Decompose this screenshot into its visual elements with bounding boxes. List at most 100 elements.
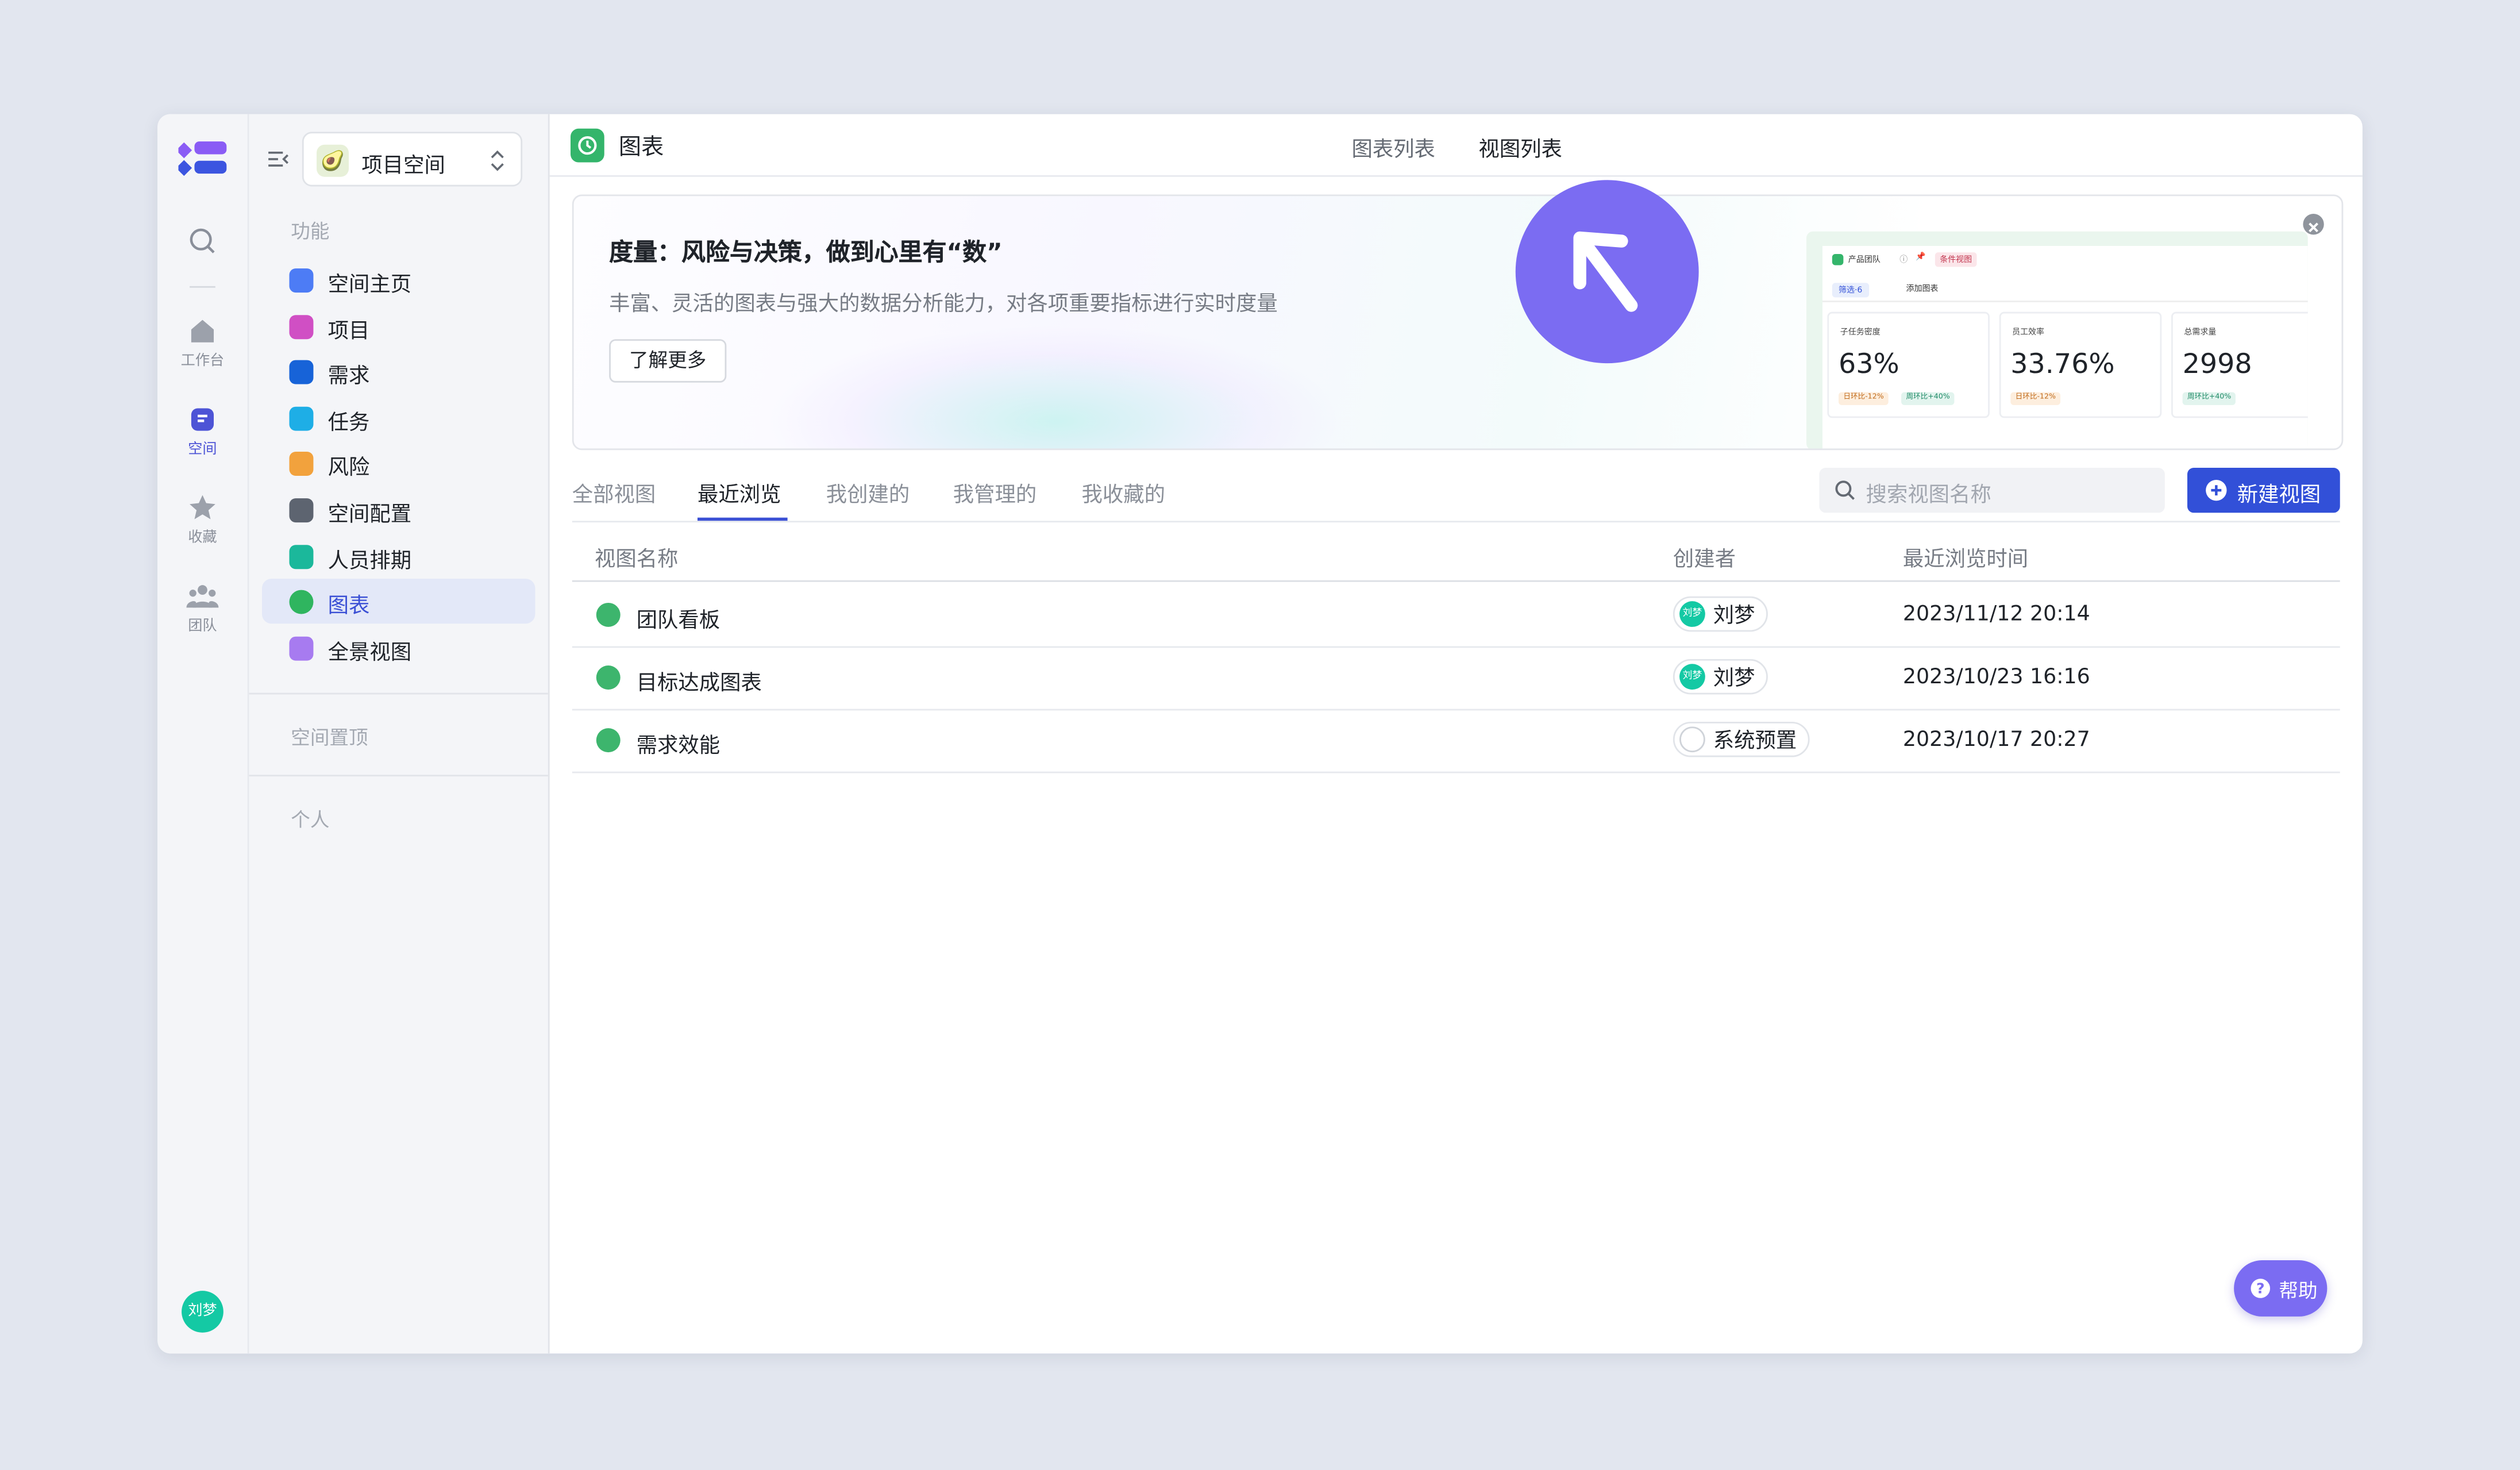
tab-all-views[interactable]: 全部视图	[572, 478, 656, 508]
sidebar-item-projects[interactable]: 项目	[262, 304, 535, 349]
panorama-icon	[289, 636, 314, 661]
sidebar-item-risks[interactable]: 风险	[262, 440, 535, 485]
sidebar-item-label: 人员排期	[327, 549, 412, 574]
creator-tag: 刘梦 刘梦	[1673, 596, 1768, 632]
sidebar-item-panorama[interactable]: 全景视图	[262, 625, 535, 670]
sidebar-item-scheduling[interactable]: 人员排期	[262, 534, 535, 579]
column-header-name: 视图名称	[594, 548, 679, 572]
promo-banner: 度量：风险与决策，做到心里有“数” 丰富、灵活的图表与强大的数据分析能力，对各项…	[572, 194, 2344, 451]
avatar: 刘梦	[1679, 664, 1705, 690]
space-name: 项目空间	[361, 154, 445, 179]
rail-item-workbench[interactable]: 工作台	[157, 317, 248, 370]
sidebar-item-charts[interactable]: 图表	[261, 578, 535, 624]
section-pinned[interactable]: 空间置顶	[291, 724, 368, 751]
tab-chart-list[interactable]: 图表列表	[1351, 132, 1435, 163]
app-logo[interactable]	[178, 140, 227, 178]
sidebar-item-label: 空间主页	[327, 273, 412, 298]
tab-recently-viewed[interactable]: 最近浏览	[698, 478, 781, 508]
card-value: 63%	[1838, 348, 1899, 381]
chart-icon	[596, 602, 621, 627]
view-name: 需求效能	[636, 734, 720, 759]
table-row[interactable]: 目标达成图表 刘梦 刘梦 2023/10/23 16:16	[572, 646, 2340, 711]
close-banner-icon[interactable]	[2303, 214, 2324, 235]
star-icon	[190, 495, 215, 519]
help-label: 帮助	[2279, 1279, 2318, 1302]
sidebar-item-label: 任务	[327, 411, 370, 436]
tab-created-by-me[interactable]: 我创建的	[826, 478, 910, 508]
preview-add-chart: 添加图表	[1906, 284, 1939, 294]
section-personal[interactable]: 个人	[291, 805, 329, 833]
preview-team: 产品团队	[1848, 255, 1881, 265]
info-icon: ⓘ	[1899, 255, 1908, 265]
last-viewed-time: 2023/10/17 20:27	[1902, 728, 2090, 753]
home-icon	[191, 320, 214, 343]
sidebar-item-label: 空间配置	[327, 503, 412, 528]
card-chip: 周环比+40%	[2182, 392, 2236, 405]
tabs-divider	[572, 521, 2340, 523]
system-avatar-icon	[1679, 726, 1705, 753]
avatar: 刘梦	[1679, 601, 1705, 627]
pin-icon: 📌	[1916, 252, 1926, 262]
sidebar-item-label: 项目	[327, 320, 370, 344]
view-name: 团队看板	[636, 609, 720, 634]
tab-managed-by-me[interactable]: 我管理的	[953, 478, 1036, 508]
rail-label: 工作台	[180, 353, 225, 370]
sidebar-item-requirements[interactable]: 需求	[262, 349, 535, 394]
creator-name: 刘梦	[1713, 604, 1755, 629]
rail-item-team[interactable]: 团队	[157, 583, 248, 635]
tab-view-list[interactable]: 视图列表	[1478, 132, 1562, 163]
task-check-icon	[289, 406, 314, 431]
top-bar: 图表 图表列表 视图列表	[549, 114, 2363, 177]
help-button[interactable]: ? 帮助	[2234, 1260, 2328, 1317]
rail-label: 团队	[188, 618, 217, 635]
learn-more-button[interactable]: 了解更多	[609, 339, 727, 383]
sidebar-item-label: 图表	[327, 594, 370, 619]
preview-card: 总需求量 2998 周环比+40%	[2171, 311, 2308, 418]
sidebar-item-space-home[interactable]: 空间主页	[262, 257, 535, 302]
card-chip: 日环比-12%	[1838, 392, 1889, 405]
card-chip: 日环比-12%	[2010, 392, 2061, 405]
sidebar-item-tasks[interactable]: 任务	[262, 395, 535, 440]
card-chip: 周环比+40%	[1901, 392, 1955, 405]
header-divider	[572, 580, 2340, 582]
sidebar-divider	[249, 692, 548, 695]
rail-label: 收藏	[188, 530, 217, 547]
last-viewed-time: 2023/11/12 20:14	[1902, 602, 2090, 627]
creator-tag: 刘梦 刘梦	[1673, 659, 1768, 695]
rail-item-favorites[interactable]: 收藏	[157, 494, 248, 547]
chart-icon	[289, 590, 314, 614]
creator-name: 刘梦	[1713, 667, 1755, 691]
card-label: 员工效率	[2012, 328, 2045, 338]
sidebar-item-space-config[interactable]: 空间配置	[262, 487, 535, 532]
search-input[interactable]: 搜索视图名称	[1819, 467, 2165, 513]
preview-filter: 筛选·6	[1832, 283, 1869, 298]
card-value: 2998	[2182, 348, 2252, 381]
table-row[interactable]: 需求效能 系统预置 2023/10/17 20:27	[572, 709, 2340, 774]
sidebar: 🥑 项目空间 功能 空间主页 项目 需求 任务 风险 空间配置 人员排期 图表 …	[249, 114, 550, 1354]
page-title: 图表	[618, 134, 664, 161]
calendar-grid-icon	[289, 545, 314, 569]
sidebar-item-label: 风险	[327, 456, 370, 481]
app-window: 工作台 空间 收藏 团队 刘梦 🥑 项目空间 功能 空间主页 项目 需求 任务 …	[157, 114, 2363, 1354]
preview-card: 子任务密度 63% 日环比-12% 周环比+40%	[1827, 311, 1990, 418]
banner-preview-image: 产品团队 ⓘ 📌 条件视图 筛选·6 添加图表 子任务密度 63% 日环比-12…	[1806, 231, 2308, 449]
space-icon	[191, 408, 214, 431]
search-icon[interactable]	[157, 226, 248, 260]
space-selector[interactable]: 🥑 项目空间	[302, 132, 523, 187]
icon-rail: 工作台 空间 收藏 团队 刘梦	[157, 114, 249, 1354]
chart-icon	[596, 665, 621, 690]
cursor-highlight	[1515, 180, 1699, 364]
tab-my-favorites[interactable]: 我收藏的	[1082, 478, 1165, 508]
user-avatar[interactable]: 刘梦	[182, 1291, 224, 1333]
question-circle-icon: ?	[2251, 1279, 2271, 1298]
preview-chart-icon	[1832, 253, 1844, 265]
search-icon	[1835, 480, 1855, 500]
table-row[interactable]: 团队看板 刘梦 刘梦 2023/11/12 20:14	[572, 583, 2340, 648]
collapse-sidebar-icon[interactable]	[267, 148, 289, 170]
new-view-button[interactable]: 新建视图	[2187, 467, 2340, 513]
card-label: 子任务密度	[1840, 328, 1881, 338]
space-avatar-icon: 🥑	[317, 144, 349, 177]
rail-item-space[interactable]: 空间	[157, 407, 248, 458]
home-circle-icon	[289, 268, 314, 293]
chart-icon	[596, 728, 621, 753]
